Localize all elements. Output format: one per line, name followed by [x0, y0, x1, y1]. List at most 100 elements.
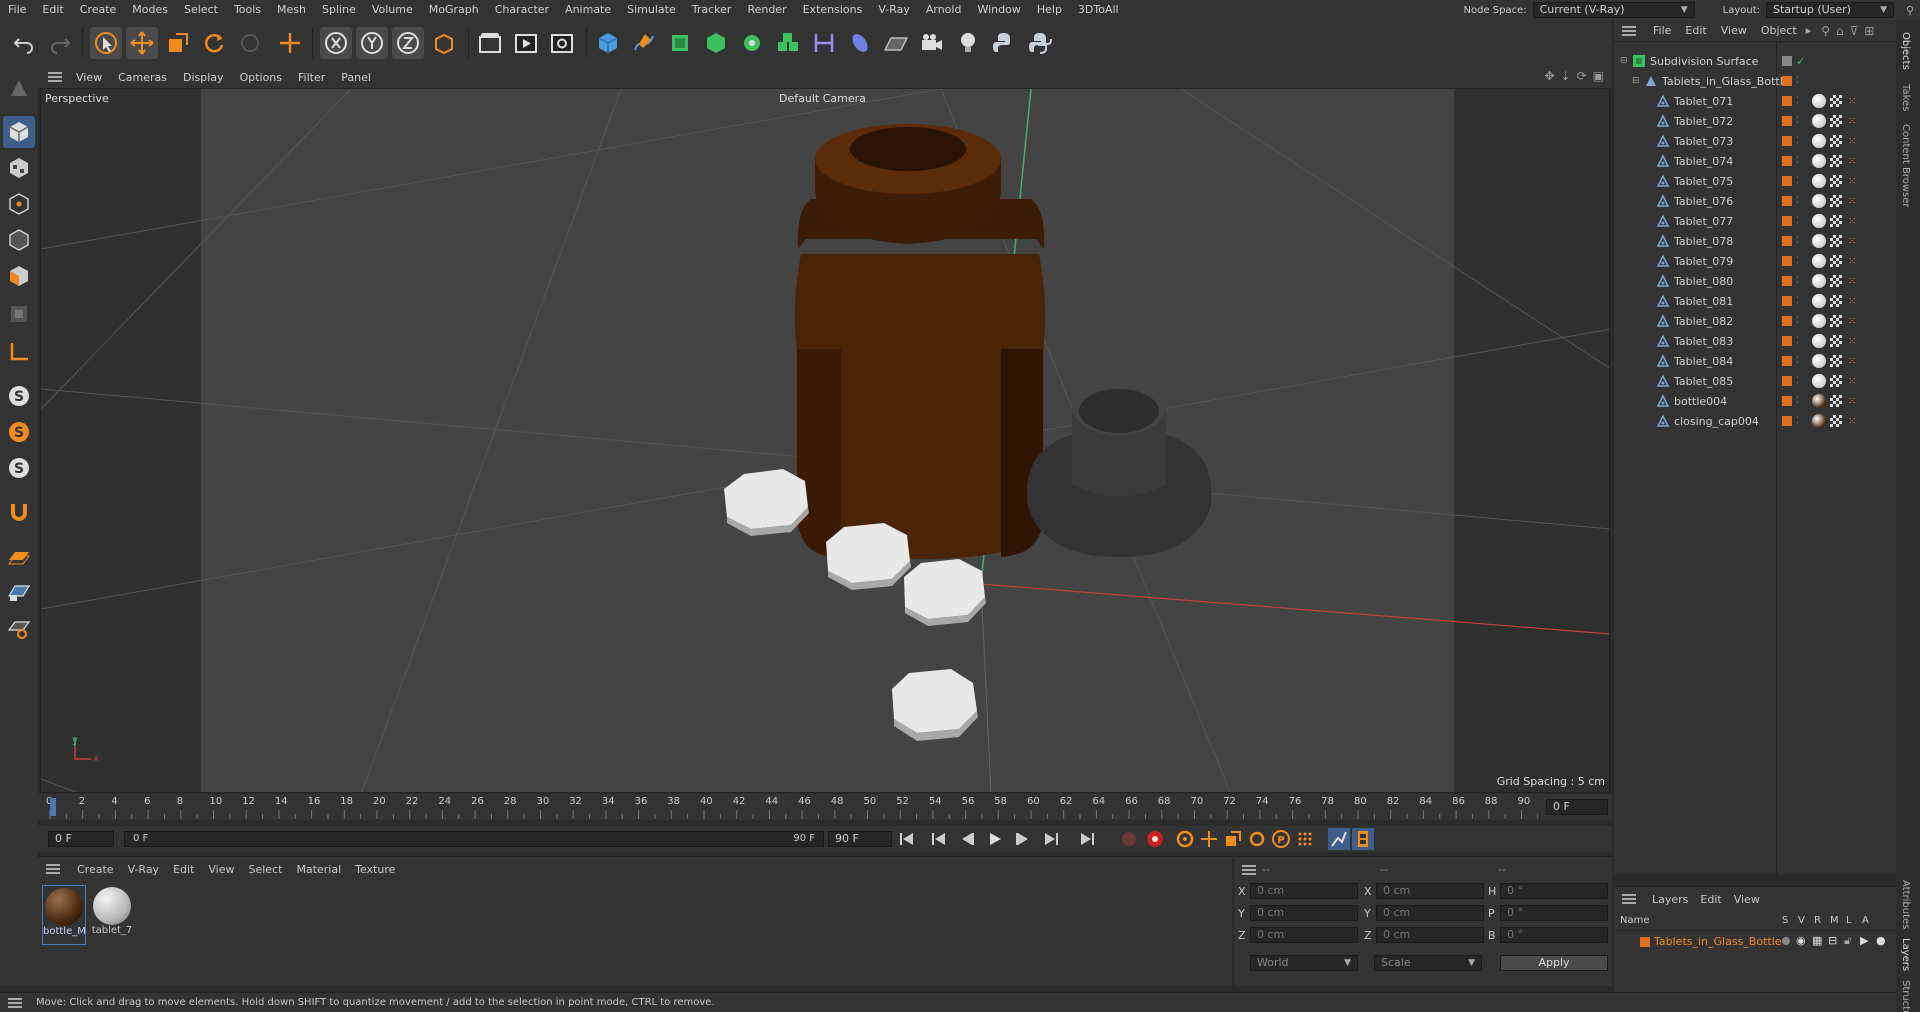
object-row[interactable]: Tablet_077 ⁚ ⁙ [1614, 211, 1896, 231]
recent-tool-button[interactable] [234, 27, 266, 59]
visibility-dots-icon[interactable]: ⁚ [1796, 196, 1799, 206]
material-tag-icon[interactable] [1812, 334, 1826, 348]
extrude-button[interactable] [700, 27, 732, 59]
maximize-view-icon[interactable]: ▣ [1593, 69, 1604, 83]
layers-menu-edit[interactable]: Edit [1694, 893, 1727, 906]
object-row[interactable]: Tablet_071 ⁚ ⁙ [1614, 91, 1896, 111]
layer-visibility-icon[interactable] [1782, 56, 1792, 66]
make-editable-button[interactable] [3, 72, 35, 104]
motion-system-button[interactable] [1328, 828, 1350, 850]
material-swatch-bottle[interactable]: bottle_M [42, 885, 86, 945]
layer-color-tag[interactable] [1782, 376, 1792, 386]
menu-simulate[interactable]: Simulate [619, 0, 684, 20]
timeline-ruler[interactable]: 0246810121416182022242628303234363840424… [38, 794, 1612, 820]
layer-color-tag[interactable] [1782, 416, 1792, 426]
menu-spline[interactable]: Spline [314, 0, 364, 20]
selection-tag-icon[interactable]: ⁙ [1848, 336, 1856, 347]
object-menu-view[interactable]: View [1714, 24, 1754, 37]
locked-workplane-button[interactable] [3, 576, 35, 608]
material-menu-create[interactable]: Create [70, 863, 121, 876]
menu-render[interactable]: Render [739, 0, 794, 20]
tab-structure[interactable]: Structure [1900, 980, 1911, 1012]
manager-icon[interactable]: ⊟ [1828, 934, 1837, 947]
uvw-tag-icon[interactable] [1830, 395, 1842, 407]
scale-tool-button[interactable] [162, 27, 194, 59]
selection-tag-icon[interactable]: ⁙ [1848, 116, 1856, 127]
uvw-tag-icon[interactable] [1830, 95, 1842, 107]
visibility-dots-icon[interactable]: ⁚ [1796, 276, 1799, 286]
viewport-solo-button[interactable] [3, 612, 35, 644]
layer-color-tag[interactable] [1782, 216, 1792, 226]
tab-attributes[interactable]: Attributes [1900, 880, 1911, 929]
menu-file[interactable]: File [0, 0, 34, 20]
move-tool-button[interactable] [126, 27, 158, 59]
material-menu-edit[interactable]: Edit [166, 863, 201, 876]
material-tag-icon[interactable] [1812, 134, 1826, 148]
rotate-view-icon[interactable]: ⟳ [1577, 69, 1587, 83]
collapse-icon[interactable]: ⊟ [1632, 76, 1640, 86]
filter-icon[interactable]: ⊽ [1850, 24, 1859, 38]
workplane-button[interactable] [3, 540, 35, 572]
menu-tracker[interactable]: Tracker [684, 0, 740, 20]
bottle-object[interactable] [794, 124, 1046, 559]
material-tag-icon[interactable] [1812, 114, 1826, 128]
object-row[interactable]: Tablet_075 ⁚ ⁙ [1614, 171, 1896, 191]
apply-button[interactable]: Apply [1500, 955, 1608, 971]
object-row[interactable]: Tablet_076 ⁚ ⁙ [1614, 191, 1896, 211]
size-y-field[interactable]: 0 cm [1376, 905, 1484, 921]
render-settings-button[interactable] [546, 27, 578, 59]
object-row[interactable]: Tablet_078 ⁚ ⁙ [1614, 231, 1896, 251]
texture-mode-button[interactable] [3, 152, 35, 184]
collapse-icon[interactable]: ⊟ [1620, 56, 1628, 66]
material-tag-icon[interactable] [1812, 234, 1826, 248]
object-row[interactable]: Tablet_082 ⁚ ⁙ [1614, 311, 1896, 331]
rotation-h-field[interactable]: 0 ° [1500, 883, 1608, 899]
menu-mograph[interactable]: MoGraph [421, 0, 487, 20]
uvw-tag-icon[interactable] [1830, 115, 1842, 127]
position-x-field[interactable]: 0 cm [1250, 883, 1358, 899]
layer-color-tag[interactable] [1782, 356, 1792, 366]
playhead[interactable] [50, 798, 56, 816]
material-tag-icon[interactable] [1812, 174, 1826, 188]
zoom-view-icon[interactable]: ⇣ [1561, 69, 1571, 83]
layer-color-tag[interactable] [1782, 196, 1792, 206]
material-menu-vray[interactable]: V-Ray [121, 863, 167, 876]
key-pla-button[interactable] [1294, 828, 1316, 850]
animation-icon[interactable]: ▶ [1860, 934, 1868, 947]
layer-color-tag[interactable] [1782, 236, 1792, 246]
magnet-button[interactable] [3, 496, 35, 528]
key-position-button[interactable] [1198, 828, 1220, 850]
hamburger-icon[interactable] [1242, 865, 1256, 875]
viewport-menu-options[interactable]: Options [232, 71, 290, 84]
size-x-field[interactable]: 0 cm [1376, 883, 1484, 899]
material-tag-icon[interactable] [1812, 194, 1826, 208]
viewport-menu-cameras[interactable]: Cameras [110, 71, 175, 84]
hamburger-icon[interactable] [46, 864, 60, 874]
layer-color-tag[interactable] [1782, 256, 1792, 266]
position-z-field[interactable]: 0 cm [1250, 927, 1358, 943]
eye-icon[interactable]: ◉ [1796, 934, 1806, 947]
edges-mode-button[interactable] [3, 224, 35, 256]
uvw-tag-icon[interactable] [1830, 255, 1842, 267]
polygons-mode-button[interactable] [3, 260, 35, 292]
menu-character[interactable]: Character [487, 0, 557, 20]
material-menu-select[interactable]: Select [242, 863, 290, 876]
layer-color-tag[interactable] [1782, 116, 1792, 126]
uvw-tag-icon[interactable] [1830, 215, 1842, 227]
layer-color-tag[interactable] [1782, 396, 1792, 406]
selection-tag-icon[interactable]: ⁙ [1848, 136, 1856, 147]
model-mode-button[interactable] [3, 116, 35, 148]
selection-tag-icon[interactable]: ⁙ [1848, 416, 1856, 427]
size-z-field[interactable]: 0 cm [1376, 927, 1484, 943]
y-axis-lock-button[interactable] [356, 27, 388, 59]
selection-tag-icon[interactable]: ⁙ [1848, 156, 1856, 167]
go-to-end-button[interactable] [1076, 828, 1098, 850]
tab-takes[interactable]: Takes [1900, 84, 1911, 111]
viewport-menu-filter[interactable]: Filter [290, 71, 333, 84]
layers-menu-view[interactable]: View [1728, 893, 1766, 906]
object-row[interactable]: Tablet_079 ⁚ ⁙ [1614, 251, 1896, 271]
floor-button[interactable] [880, 27, 912, 59]
uvw-tag-icon[interactable] [1830, 375, 1842, 387]
material-swatch-tablet[interactable]: tablet_7 [90, 885, 134, 945]
material-tag-icon[interactable] [1812, 94, 1826, 108]
